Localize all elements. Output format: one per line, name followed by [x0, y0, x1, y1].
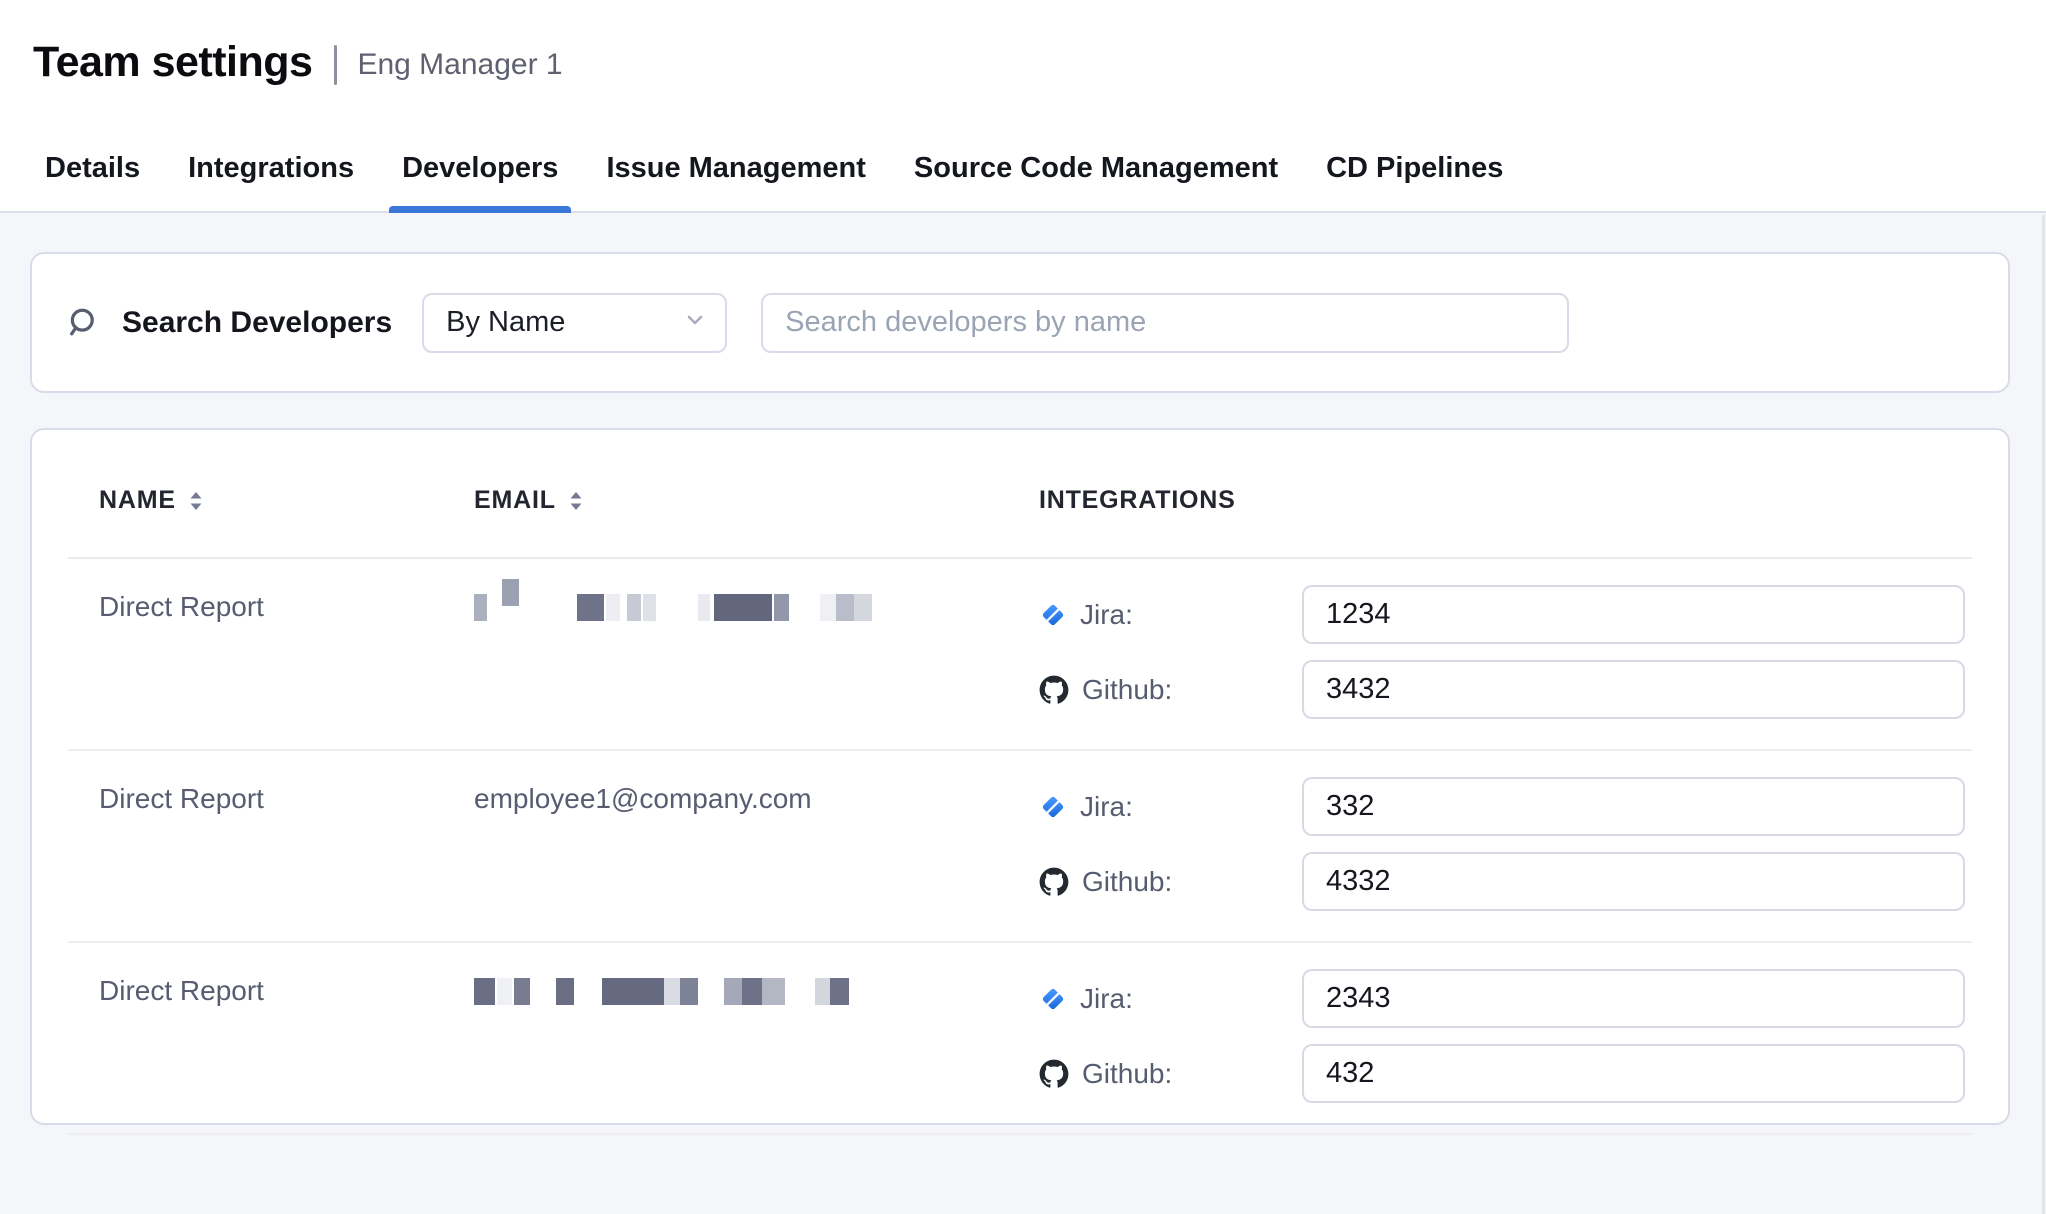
github-label: Github:	[1082, 866, 1172, 898]
table-row: Direct Report	[32, 943, 2008, 1133]
github-integration: Github:	[1039, 660, 1965, 719]
tab-bar: Details Integrations Developers Issue Ma…	[0, 125, 2046, 213]
column-header-name[interactable]: NAME	[99, 486, 474, 515]
sort-email-icon[interactable]	[568, 489, 584, 513]
column-header-email[interactable]: EMAIL	[474, 486, 1039, 515]
search-filter-select[interactable]: By Name	[422, 293, 727, 353]
chevron-down-icon	[683, 306, 707, 339]
jira-label: Jira:	[1080, 599, 1133, 631]
jira-integration: Jira:	[1039, 585, 1965, 644]
jira-icon	[1039, 793, 1067, 821]
page-header: Team settings Eng Manager 1	[0, 0, 2046, 125]
github-icon	[1039, 867, 1069, 897]
jira-id-input[interactable]	[1302, 585, 1965, 644]
developer-email-redacted	[474, 585, 1039, 735]
github-label: Github:	[1082, 1058, 1172, 1090]
integrations-cell: Jira: Github:	[1039, 969, 1965, 1119]
tab-details[interactable]: Details	[32, 125, 153, 211]
github-label: Github:	[1082, 674, 1172, 706]
jira-icon	[1039, 601, 1067, 629]
search-icon	[66, 306, 100, 340]
team-settings-page: Team settings Eng Manager 1 Details Inte…	[0, 0, 2046, 1214]
column-header-integrations: INTEGRATIONS	[1039, 486, 1964, 515]
github-icon	[1039, 1059, 1069, 1089]
developer-name: Direct Report	[99, 969, 474, 1119]
github-icon	[1039, 675, 1069, 705]
tab-integrations[interactable]: Integrations	[175, 125, 367, 211]
jira-label: Jira:	[1080, 983, 1133, 1015]
search-panel: Search Developers By Name	[30, 252, 2010, 393]
integrations-cell: Jira: Github:	[1039, 585, 1965, 735]
developer-name: Direct Report	[99, 777, 474, 927]
github-integration: Github:	[1039, 1044, 1965, 1103]
developer-email-redacted	[474, 969, 1039, 1119]
jira-id-input[interactable]	[1302, 969, 1965, 1028]
tab-cd-pipelines[interactable]: CD Pipelines	[1313, 125, 1516, 211]
window-right-edge	[2042, 215, 2045, 1214]
page-title: Team settings	[33, 38, 312, 87]
row-divider	[68, 1133, 1972, 1135]
github-id-input[interactable]	[1302, 660, 1965, 719]
selected-filter-value: By Name	[446, 306, 565, 339]
table-header-row: NAME EMAIL INTEGRATIONS	[32, 430, 2008, 557]
jira-integration: Jira:	[1039, 777, 1965, 836]
jira-icon	[1039, 985, 1067, 1013]
tab-developers[interactable]: Developers	[389, 125, 571, 211]
github-id-input[interactable]	[1302, 1044, 1965, 1103]
developer-email: employee1@company.com	[474, 777, 1039, 927]
tab-issue-management[interactable]: Issue Management	[593, 125, 878, 211]
integrations-cell: Jira: Github:	[1039, 777, 1965, 927]
jira-label: Jira:	[1080, 791, 1133, 823]
github-id-input[interactable]	[1302, 852, 1965, 911]
jira-integration: Jira:	[1039, 969, 1965, 1028]
search-input[interactable]	[761, 293, 1569, 353]
search-developers-label: Search Developers	[122, 306, 392, 340]
sort-name-icon[interactable]	[188, 489, 204, 513]
developer-name: Direct Report	[99, 585, 474, 735]
title-divider	[334, 45, 337, 85]
jira-id-input[interactable]	[1302, 777, 1965, 836]
table-row: Direct Report	[32, 559, 2008, 749]
page-subtitle: Eng Manager 1	[357, 48, 562, 82]
developers-table: NAME EMAIL INTEGRATIONS	[30, 428, 2010, 1125]
github-integration: Github:	[1039, 852, 1965, 911]
tab-source-code-management[interactable]: Source Code Management	[901, 125, 1291, 211]
table-row: Direct Report employee1@company.com	[32, 751, 2008, 941]
